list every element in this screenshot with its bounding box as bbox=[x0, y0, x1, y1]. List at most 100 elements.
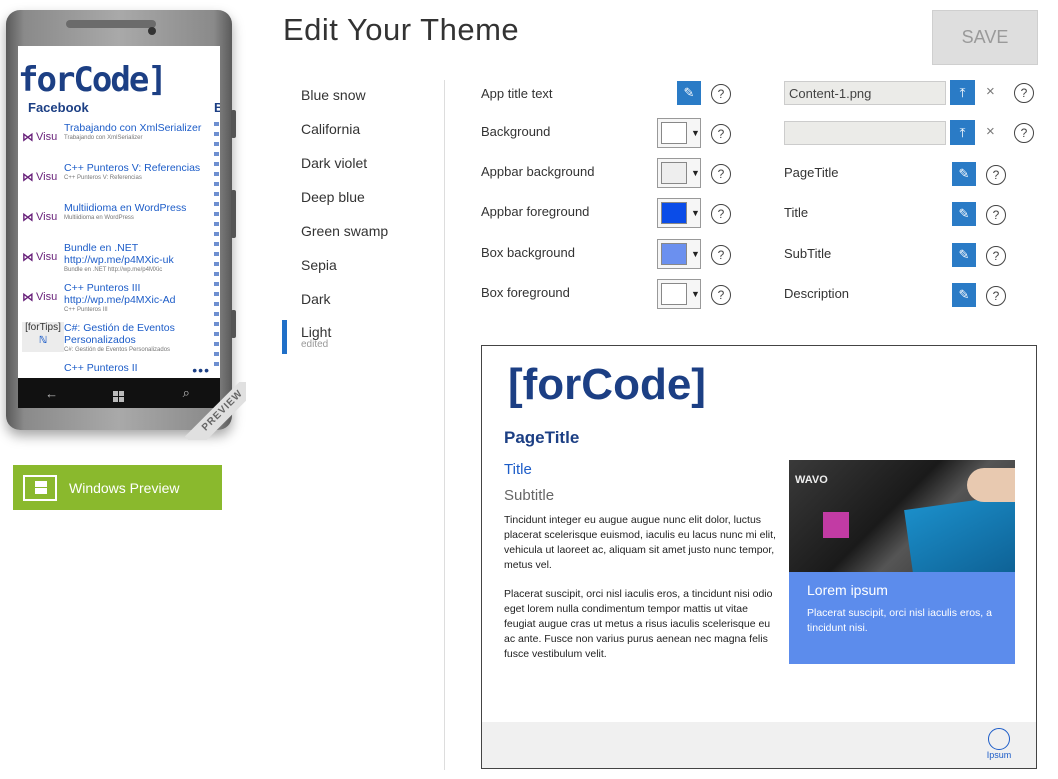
help-icon[interactable]: ? bbox=[711, 84, 731, 104]
theme-item-dark[interactable]: Dark bbox=[282, 282, 442, 316]
more-dots-icon[interactable]: ••• bbox=[192, 362, 210, 378]
list-item[interactable]: ⋈ Visu C++ Punteros III http://wp.me/p4MX… bbox=[22, 282, 208, 322]
help-icon[interactable]: ? bbox=[986, 286, 1006, 306]
color-swatch bbox=[661, 122, 687, 144]
item-subtitle: C#: Gestión de Eventos Personalizados bbox=[64, 347, 171, 353]
setting-appbar-foreground: Appbar foreground ▼ ? bbox=[481, 198, 751, 228]
preview-logo: [forCode] bbox=[508, 360, 706, 409]
theme-label: Blue snow bbox=[301, 87, 366, 103]
setting-box-foreground: Box foreground ▼ ? bbox=[481, 279, 751, 309]
list-item[interactable]: ⋈ Visu Trabajando con XmlSerializer Trabaj… bbox=[22, 122, 208, 162]
box-background-color-picker[interactable]: ▼ bbox=[657, 239, 701, 269]
phone-list: ⋈ Visu Trabajando con XmlSerializer Trabaj… bbox=[22, 122, 208, 372]
dropdown-arrow-icon: ▼ bbox=[691, 168, 700, 178]
upload-icon[interactable]: ⤒ bbox=[950, 120, 975, 145]
phone-speaker bbox=[66, 20, 156, 28]
page-title: Edit Your Theme bbox=[283, 12, 520, 47]
edit-icon[interactable]: ✎ bbox=[677, 81, 701, 105]
theme-item-dark-violet[interactable]: Dark violet bbox=[282, 146, 442, 180]
edit-icon[interactable]: ✎ bbox=[952, 162, 976, 186]
appbar-foreground-color-picker[interactable]: ▼ bbox=[657, 198, 701, 228]
preview-appbar: Ipsum bbox=[482, 722, 1036, 768]
thumb-label: Visu bbox=[36, 171, 58, 183]
preview-subtitle: Subtitle bbox=[504, 487, 555, 504]
item-thumbnail: ⋈ Visu bbox=[22, 122, 64, 152]
item-thumbnail: ⋈ Visu bbox=[22, 202, 64, 232]
thumb-label: Visu bbox=[36, 131, 58, 143]
help-icon[interactable]: ? bbox=[1014, 83, 1034, 103]
list-item[interactable]: ⋈ Visu Bundle en .NET http://wp.me/p4MXic… bbox=[22, 242, 208, 282]
image-hand bbox=[967, 468, 1015, 502]
clear-icon[interactable]: × bbox=[986, 123, 995, 140]
edit-icon[interactable]: ✎ bbox=[952, 283, 976, 307]
color-swatch bbox=[661, 243, 687, 265]
help-icon[interactable]: ? bbox=[986, 205, 1006, 225]
clear-icon[interactable]: × bbox=[986, 83, 995, 100]
image-tile bbox=[823, 512, 849, 538]
box-text: Placerat suscipit, orci nisl iaculis ero… bbox=[807, 607, 992, 634]
setting-app-title-text: App title text ✎ ? bbox=[481, 80, 751, 110]
help-icon[interactable]: ? bbox=[711, 164, 731, 184]
help-icon[interactable]: ? bbox=[711, 245, 731, 265]
item-subtitle: C++ Punteros V: Referencias bbox=[64, 175, 142, 181]
windows-icon bbox=[23, 474, 57, 501]
setting-label: Appbar background bbox=[481, 164, 595, 179]
appbar-background-color-picker[interactable]: ▼ bbox=[657, 158, 701, 188]
help-icon[interactable]: ? bbox=[711, 285, 731, 305]
phone-section-header: Facebook bbox=[28, 100, 89, 115]
item-subtitle: Trabajando con XmlSerializer bbox=[64, 135, 143, 141]
item-title: C#: Gestión de Eventos Personalizados bbox=[64, 322, 175, 346]
windows-preview-label: Windows Preview bbox=[69, 479, 180, 496]
setting-label: Box foreground bbox=[481, 285, 570, 300]
setting-label: Box background bbox=[481, 245, 575, 260]
list-item[interactable]: ⋈ Visu Multiidioma en WordPress Multiidiom… bbox=[22, 202, 208, 242]
setting-label: Description bbox=[784, 286, 850, 301]
theme-item-deep-blue[interactable]: Deep blue bbox=[282, 180, 442, 214]
image-tablet bbox=[904, 490, 1015, 572]
theme-item-blue-snow[interactable]: Blue snow bbox=[282, 78, 442, 112]
item-thumbnail bbox=[22, 362, 64, 372]
edit-icon[interactable]: ✎ bbox=[952, 243, 976, 267]
list-item[interactable]: C++ Punteros II bbox=[22, 362, 208, 372]
windows-preview-button[interactable]: Windows Preview bbox=[13, 465, 222, 510]
setting-label: Appbar foreground bbox=[481, 204, 590, 219]
appbar-button[interactable]: Ipsum bbox=[984, 728, 1014, 760]
theme-item-green-swamp[interactable]: Green swamp bbox=[282, 214, 442, 248]
theme-label: Dark bbox=[301, 291, 331, 307]
theme-item-sepia[interactable]: Sepia bbox=[282, 248, 442, 282]
help-icon[interactable]: ? bbox=[986, 165, 1006, 185]
help-icon[interactable]: ? bbox=[711, 204, 731, 224]
theme-item-california[interactable]: California bbox=[282, 112, 442, 146]
box-foreground-color-picker[interactable]: ▼ bbox=[657, 279, 701, 309]
item-thumbnail: [forTips] ℕ bbox=[22, 322, 64, 352]
background-image-field[interactable] bbox=[784, 121, 946, 145]
content-preview: [forCode] PageTitle Title Subtitle Tinci… bbox=[481, 345, 1037, 769]
help-icon[interactable]: ? bbox=[986, 246, 1006, 266]
theme-label: Light bbox=[301, 324, 332, 340]
upload-icon[interactable]: ⤒ bbox=[950, 80, 975, 105]
edited-note: edited bbox=[301, 339, 329, 350]
theme-label: Deep blue bbox=[301, 189, 365, 205]
help-icon[interactable]: ? bbox=[1014, 123, 1034, 143]
phone-side-button bbox=[231, 190, 236, 238]
help-icon[interactable]: ? bbox=[711, 124, 731, 144]
image-caption: WAVO bbox=[795, 474, 828, 486]
theme-label: Sepia bbox=[301, 257, 337, 273]
setting-label: Title bbox=[784, 205, 809, 220]
preview-box: Lorem ipsum Placerat suscipit, orci nisl… bbox=[789, 572, 1015, 664]
save-button[interactable]: SAVE bbox=[932, 10, 1038, 65]
item-title: Multiidioma en WordPress bbox=[64, 202, 187, 214]
item-title: Bundle en .NET http://wp.me/p4MXic-uk bbox=[64, 242, 174, 266]
background-color-picker[interactable]: ▼ bbox=[657, 118, 701, 148]
image-file-field[interactable] bbox=[784, 81, 946, 105]
list-item[interactable]: ⋈ Visu C++ Punteros V: Referencias C++ Pun… bbox=[22, 162, 208, 202]
phone-side-button bbox=[231, 310, 236, 338]
list-item[interactable]: [forTips] ℕ C#: Gestión de Eventos Person… bbox=[22, 322, 208, 362]
theme-item-light[interactable]: Light edited bbox=[282, 320, 442, 354]
theme-list: Blue snow California Dark violet Deep bl… bbox=[282, 78, 442, 354]
color-swatch bbox=[661, 283, 687, 305]
edit-icon[interactable]: ✎ bbox=[952, 202, 976, 226]
visual-studio-icon: ⋈ bbox=[22, 210, 34, 224]
circle-icon bbox=[988, 728, 1010, 750]
phone-screen: forCode] Facebook B ⋈ Visu Trabajando con… bbox=[18, 46, 220, 378]
